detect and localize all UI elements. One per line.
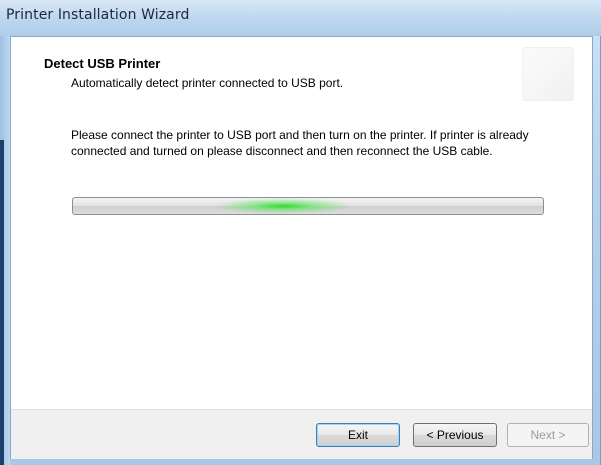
title-bar[interactable]: Printer Installation Wizard bbox=[0, 0, 601, 36]
wizard-footer: Exit < Previous Next > bbox=[11, 409, 592, 459]
wizard-client-area: Detect USB Printer Automatically detect … bbox=[10, 36, 593, 459]
previous-button[interactable]: < Previous bbox=[413, 423, 497, 447]
detection-progress-bar bbox=[72, 197, 544, 215]
wizard-window: Printer Installation Wizard Detect USB P… bbox=[0, 0, 601, 465]
instruction-text: Please connect the printer to USB port a… bbox=[71, 128, 529, 158]
window-frame-shadow bbox=[0, 140, 4, 465]
exit-button[interactable]: Exit bbox=[316, 423, 400, 447]
progress-marquee-glow bbox=[213, 198, 353, 214]
page-title: Detect USB Printer bbox=[44, 56, 161, 71]
wizard-header: Detect USB Printer Automatically detect … bbox=[11, 37, 592, 111]
page-subtitle: Automatically detect printer connected t… bbox=[71, 76, 344, 90]
next-button[interactable]: Next > bbox=[507, 423, 589, 447]
window-title: Printer Installation Wizard bbox=[6, 7, 190, 23]
header-graphic-icon bbox=[522, 47, 574, 101]
